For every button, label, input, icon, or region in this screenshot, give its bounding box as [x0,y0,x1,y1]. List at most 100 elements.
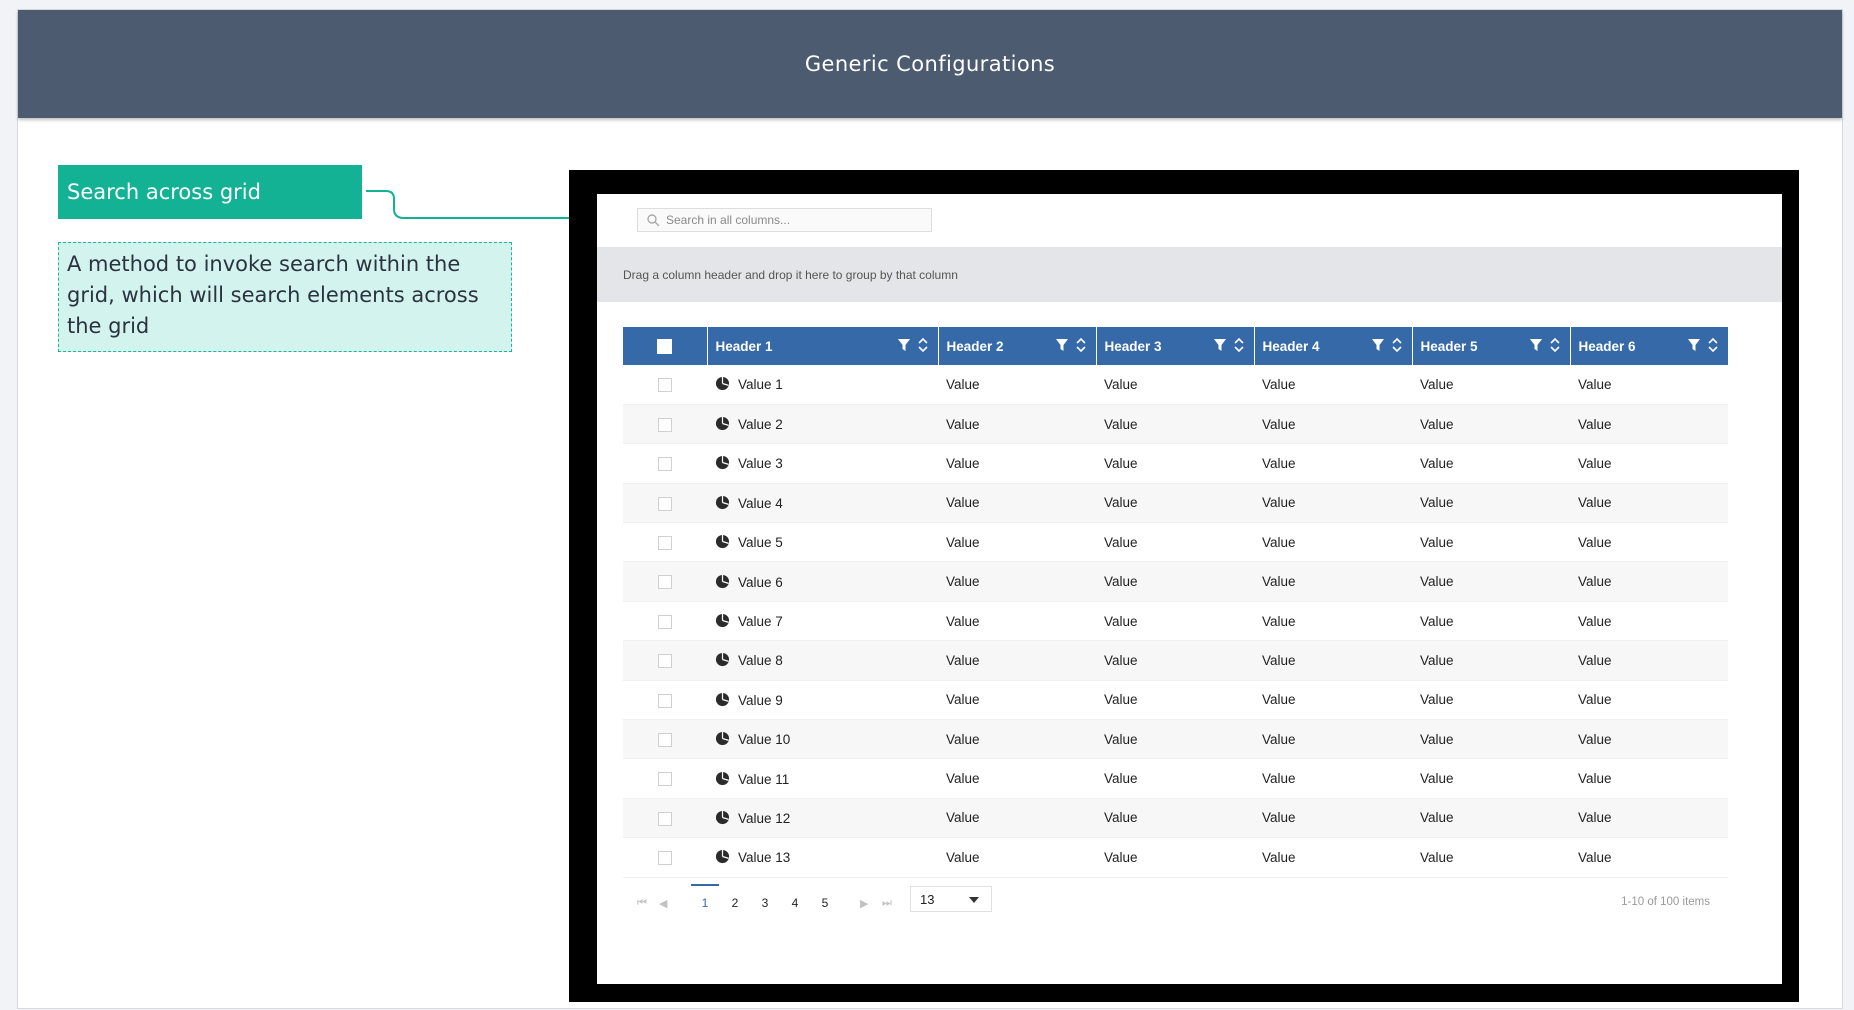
cell-text: Value [1104,771,1138,787]
table-cell: Value [1254,561,1412,602]
table-cell: Value [938,443,1096,484]
row-checkbox[interactable] [658,417,672,432]
table-row[interactable]: Value 12 Value Value Value Value Value [623,798,1728,839]
column-header-6[interactable]: Header 6 [1570,327,1728,365]
page-1-button[interactable]: 1 [692,896,718,910]
cell-text: Value [1420,810,1454,826]
row-checkbox-cell[interactable] [623,758,707,799]
row-checkbox-cell[interactable] [623,680,707,721]
filter-icon[interactable] [1688,338,1700,352]
column-header-5[interactable]: Header 5 [1412,327,1571,365]
row-checkbox-cell[interactable] [623,798,707,839]
page-size-select[interactable]: 13 [910,886,992,912]
cell-text: Value [1420,455,1454,471]
table-row[interactable]: Value 9 Value Value Value Value Value [623,680,1728,721]
table-row[interactable]: Value 13 Value Value Value Value Value [623,837,1728,878]
row-checkbox[interactable] [658,811,672,826]
row-checkbox[interactable] [658,614,672,629]
cell-text: Value [1578,731,1612,747]
table-cell: Value [938,837,1096,878]
table-cell: Value [1570,601,1728,642]
row-checkbox-cell[interactable] [623,601,707,642]
column-header-2[interactable]: Header 2 [938,327,1097,365]
table-row[interactable]: Value 1 Value Value Value Value Value [623,365,1728,405]
sort-icon[interactable] [1708,337,1718,353]
column-header-1[interactable]: Header 1 [707,327,939,365]
last-page-icon[interactable]: ⏭ [882,897,892,910]
row-checkbox-cell[interactable] [623,561,707,602]
cell-text: Value [1104,613,1138,629]
page-4-button[interactable]: 4 [782,896,808,910]
table-row[interactable]: Value 7 Value Value Value Value Value [623,601,1728,642]
filter-icon[interactable] [1055,338,1068,352]
row-checkbox-cell[interactable] [623,483,707,524]
callout-description: A method to invoke search within the gri… [58,242,512,352]
row-checkbox[interactable] [658,851,672,866]
row-checkbox[interactable] [658,732,672,747]
select-all-checkbox[interactable] [657,338,673,354]
sort-icon[interactable] [1391,337,1402,353]
cell-text: Value [1420,849,1454,865]
prev-page-icon[interactable]: ◀ [659,897,667,910]
row-checkbox[interactable] [658,496,672,511]
table-row[interactable]: Value 6 Value Value Value Value Value [623,561,1728,602]
table-cell: Value [1570,443,1728,484]
row-checkbox-cell[interactable] [623,443,707,484]
cell-text: Value [946,455,980,471]
row-checkbox-cell[interactable] [623,837,707,878]
cell-text: Value [1104,574,1138,590]
row-checkbox-cell[interactable] [623,719,707,760]
filter-icon[interactable] [1529,338,1542,352]
table-cell: Value [938,798,1096,839]
row-checkbox[interactable] [658,575,672,590]
cell-text: Value [946,574,980,590]
column-header-3[interactable]: Header 3 [1096,327,1255,365]
row-checkbox[interactable] [658,693,672,708]
table-row[interactable]: Value 2 Value Value Value Value Value [623,404,1728,445]
table-cell: Value 5 [707,522,938,563]
page-title: Generic Configurations [804,52,1056,76]
filter-icon[interactable] [1213,338,1226,352]
group-drop-zone[interactable]: Drag a column header and drop it here to… [597,247,1782,302]
table-cell: Value [1412,365,1570,405]
active-page-indicator [691,884,719,886]
row-checkbox[interactable] [658,772,672,787]
cell-text: Value [1578,416,1612,432]
sort-icon[interactable] [1233,337,1244,353]
row-checkbox-cell[interactable] [623,404,707,445]
select-all-checkbox-cell[interactable] [623,327,708,365]
search-input[interactable]: Search in all columns... [637,208,932,232]
row-checkbox-cell[interactable] [623,640,707,681]
row-checkbox[interactable] [658,378,672,393]
filter-icon[interactable] [1371,338,1384,352]
next-page-icon[interactable]: ▶ [860,897,868,910]
row-checkbox[interactable] [658,457,672,472]
top-bar: Generic Configurations [18,10,1842,118]
row-checkbox-cell[interactable] [623,522,707,563]
page-2-button[interactable]: 2 [722,896,748,910]
cell-text: Value [1104,692,1138,708]
page-3-button[interactable]: 3 [752,896,778,910]
pie-chart-icon [715,535,730,549]
table-row[interactable]: Value 5 Value Value Value Value Value [623,522,1728,563]
filter-icon[interactable] [897,338,910,352]
table-cell: Value [938,404,1096,445]
sort-icon[interactable] [1075,337,1086,353]
row-checkbox-cell[interactable] [623,365,707,405]
table-row[interactable]: Value 4 Value Value Value Value Value [623,483,1728,524]
table-row[interactable]: Value 8 Value Value Value Value Value [623,640,1728,681]
column-tools [1371,337,1402,353]
table-row[interactable]: Value 3 Value Value Value Value Value [623,443,1728,484]
first-page-icon[interactable]: ⏮ [637,897,647,910]
sort-icon[interactable] [1549,337,1560,353]
cell-text: Value [1104,376,1138,392]
sort-icon[interactable] [917,337,928,353]
column-header-4[interactable]: Header 4 [1254,327,1413,365]
table-row[interactable]: Value 10 Value Value Value Value Value [623,719,1728,760]
cell-text: Value [946,376,980,392]
row-checkbox[interactable] [658,654,672,669]
table-row[interactable]: Value 11 Value Value Value Value Value [623,758,1728,799]
page-5-button[interactable]: 5 [812,896,838,910]
table-cell: Value [1254,640,1412,681]
row-checkbox[interactable] [658,535,672,550]
